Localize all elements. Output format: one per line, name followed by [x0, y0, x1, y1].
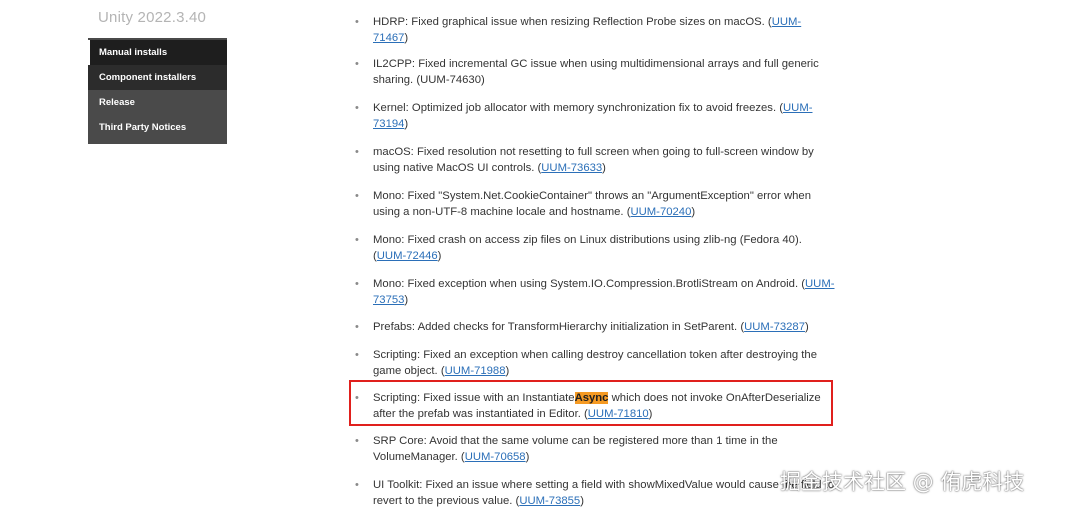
- note-text-end: ): [404, 32, 409, 45]
- issue-link[interactable]: UUM-73855: [519, 495, 580, 507]
- menu-item-third-party-notices[interactable]: Third Party Notices: [88, 115, 227, 140]
- bullet-icon: •: [355, 102, 359, 114]
- note-text: UI Toolkit: Fixed an issue where setting…: [373, 479, 835, 508]
- release-note: • Mono: Fixed crash on access zip files …: [355, 232, 835, 276]
- issue-link[interactable]: UUM-70658: [465, 451, 526, 463]
- note-text: SRP Core: Avoid that the same volume can…: [373, 435, 778, 464]
- bullet-icon: •: [355, 479, 359, 491]
- note-text-end: ): [437, 250, 442, 263]
- bullet-icon: •: [355, 278, 359, 290]
- bullet-icon: •: [355, 435, 359, 447]
- note-text: IL2CPP: Fixed incremental GC issue when …: [373, 58, 819, 87]
- release-note: • SRP Core: Avoid that the same volume c…: [355, 433, 835, 477]
- note-text-end: ): [805, 321, 809, 333]
- note-text: HDRP: Fixed graphical issue when resizin…: [373, 16, 772, 28]
- release-note: • HDRP: Fixed graphical issue when resiz…: [355, 14, 835, 48]
- bullet-icon: •: [355, 190, 359, 202]
- note-text-end: ): [580, 495, 584, 508]
- bullet-icon: •: [355, 234, 359, 246]
- note-text: Prefabs: Added checks for TransformHiera…: [373, 321, 745, 333]
- note-text: Kernel: Optimized job allocator with mem…: [373, 102, 783, 114]
- release-notes-page: Unity 2022.3.40 Manual installs Componen…: [0, 0, 1080, 512]
- bullet-icon: •: [355, 349, 359, 361]
- watermark: 掘金技术社区 @ 侑虎科技: [780, 470, 1025, 494]
- bullet-icon: •: [355, 16, 359, 28]
- release-note: • Mono: Fixed "System.Net.CookieContaine…: [355, 188, 835, 232]
- side-menu: Manual installs Component installers Rel…: [88, 38, 227, 144]
- note-text-end: ): [602, 162, 606, 175]
- release-note: • Kernel: Optimized job allocator with m…: [355, 100, 835, 144]
- version-title: Unity 2022.3.40: [98, 9, 207, 26]
- note-text-end: ): [505, 365, 510, 378]
- release-note: • Prefabs: Added checks for TransformHie…: [355, 319, 835, 347]
- note-text-end: ): [404, 118, 409, 131]
- issue-link[interactable]: UUM-71988: [445, 365, 506, 377]
- bullet-icon: •: [355, 146, 359, 158]
- menu-item-component-installers[interactable]: Component installers: [88, 65, 227, 90]
- release-note: • Mono: Fixed exception when using Syste…: [355, 276, 835, 319]
- release-note: • macOS: Fixed resolution not resetting …: [355, 144, 835, 188]
- red-annotation-frame: [349, 380, 833, 426]
- release-note: • UI Toolkit: Fixed an issue where setti…: [355, 477, 835, 512]
- issue-link[interactable]: UUM-72446: [377, 250, 438, 262]
- menu-item-manual-installs[interactable]: Manual installs: [88, 40, 227, 65]
- release-notes-list: • HDRP: Fixed graphical issue when resiz…: [355, 14, 835, 512]
- note-text: Scripting: Fixed an exception when calli…: [373, 349, 817, 378]
- note-text: Mono: Fixed exception when using System.…: [373, 278, 805, 290]
- bullet-icon: •: [355, 321, 359, 333]
- issue-link[interactable]: UUM-73633: [541, 162, 602, 174]
- note-text-end: ): [525, 451, 530, 464]
- note-text: Mono: Fixed "System.Net.CookieContainer"…: [373, 190, 811, 219]
- release-note: • IL2CPP: Fixed incremental GC issue whe…: [355, 56, 835, 100]
- bullet-icon: •: [355, 58, 359, 70]
- note-text-end: ): [691, 206, 696, 219]
- note-text-end: ): [404, 294, 409, 307]
- menu-item-release[interactable]: Release: [88, 90, 227, 115]
- issue-link[interactable]: UUM-73287: [744, 321, 805, 333]
- issue-link[interactable]: UUM-70240: [630, 206, 691, 218]
